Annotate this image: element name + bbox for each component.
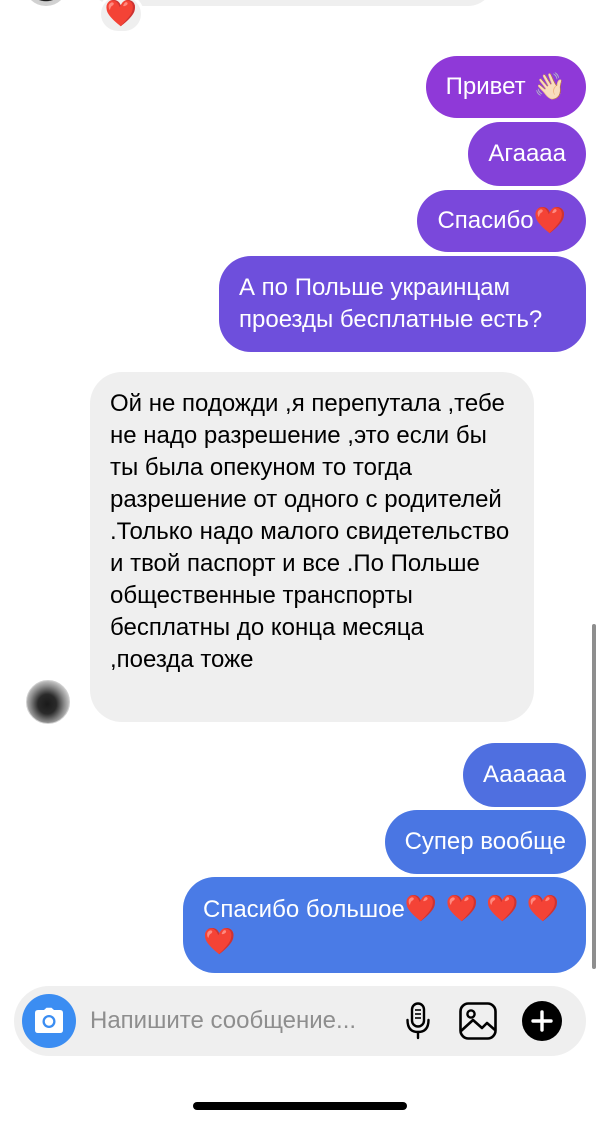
plus-icon (531, 1010, 553, 1032)
message-text: Спасибо большое (203, 896, 405, 923)
message-input[interactable] (90, 1004, 390, 1038)
heart-emoji-icon: ❤️ (533, 206, 566, 236)
message-composer (14, 986, 586, 1056)
sent-message-bubble[interactable]: Привет 👋🏻 (425, 56, 586, 118)
received-bubble-partial[interactable] (90, 0, 494, 6)
camera-button[interactable] (22, 994, 76, 1048)
message-text: Ой не подожди ,я перепутала ,тебе не над… (110, 390, 510, 673)
received-message-bubble[interactable]: Ой не подожди ,я перепутала ,тебе не над… (90, 372, 534, 722)
voice-message-button[interactable] (402, 1002, 434, 1040)
sent-message-bubble[interactable]: Спасибо большое❤️ ❤️ ❤️ ❤️ ❤️ (183, 877, 586, 973)
sender-avatar[interactable] (24, 0, 68, 6)
message-text: Аааааа (482, 761, 566, 788)
gallery-icon (459, 1002, 497, 1040)
message-text: Привет (445, 73, 526, 100)
heart-emoji-icon: ❤️ (104, 0, 138, 29)
sent-message-bubble[interactable]: А по Польше украинцам проезды бесплатные… (219, 256, 586, 352)
chat-screen: ❤️ Привет 👋🏻 Агаааа Спасибо ❤️ А по Поль… (0, 0, 600, 1123)
sent-message-bubble[interactable]: Супер вообще (384, 810, 586, 874)
scrollbar[interactable] (592, 624, 596, 969)
heart-reaction-badge[interactable]: ❤️ (98, 0, 144, 34)
message-text: Супер вообще (404, 828, 566, 855)
gallery-button[interactable] (458, 1001, 498, 1041)
message-text: Спасибо (437, 207, 534, 234)
camera-icon (35, 1007, 63, 1033)
sender-avatar[interactable] (26, 680, 70, 724)
message-text: Агаааа (488, 140, 566, 167)
sent-message-bubble[interactable]: Аааааа (462, 743, 586, 807)
waving-hand-emoji-icon: 👋🏻 (533, 72, 566, 102)
add-content-button[interactable] (522, 1001, 562, 1041)
home-indicator[interactable] (193, 1102, 407, 1110)
message-text: А по Польше украинцам проезды бесплатные… (239, 274, 543, 333)
microphone-icon (406, 1002, 430, 1040)
previous-received-message: ❤️ (0, 0, 600, 40)
sent-message-bubble[interactable]: Спасибо ❤️ (417, 190, 586, 252)
sent-message-bubble[interactable]: Агаааа (468, 122, 586, 186)
